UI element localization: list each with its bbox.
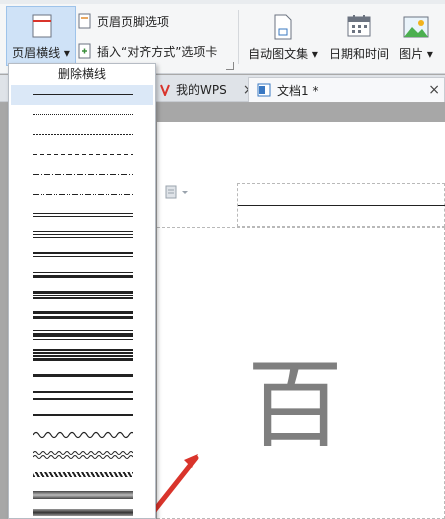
header-line-icon: [32, 14, 52, 38]
line-preview: [33, 154, 133, 155]
line-style-thick-thin-thick[interactable]: [11, 285, 153, 305]
tab-my-wps[interactable]: 我的WPS ×: [152, 77, 262, 102]
line-preview: [33, 291, 133, 299]
line-preview: [33, 451, 133, 459]
line-style-gradient-band[interactable]: [11, 485, 153, 505]
dialog-launcher-icon[interactable]: [226, 62, 234, 70]
line-style-wave[interactable]: [11, 425, 153, 445]
wps-logo-icon: [160, 84, 170, 96]
line-style-single-thick[interactable]: [11, 365, 153, 385]
line-style-multi-band[interactable]: [11, 345, 153, 365]
line-style-single-medium[interactable]: [11, 405, 153, 425]
line-preview: [33, 349, 133, 361]
word-document-icon: [257, 83, 271, 97]
line-preview: [33, 174, 133, 175]
auto-text-icon: [274, 14, 292, 40]
header-footer-options-label: 页眉页脚选项: [97, 14, 170, 29]
page-settings-icon: [78, 13, 91, 29]
ribbon-separator: [238, 10, 239, 64]
line-preview: [33, 252, 133, 258]
line-preview: [33, 472, 133, 477]
line-preview: [33, 272, 133, 278]
line-preview: [33, 374, 133, 377]
tab-label: 文档1 *: [277, 83, 319, 98]
calendar-icon: [347, 15, 371, 37]
picture-button[interactable]: 图片 ▾: [394, 6, 438, 66]
header-line-label: 页眉横线 ▾: [12, 46, 70, 60]
line-preview: [33, 414, 133, 416]
line-style-double-thick[interactable]: [11, 305, 153, 325]
line-preview: [33, 330, 133, 340]
line-preview: [33, 491, 133, 499]
header-line: [238, 205, 445, 206]
line-style-double-spaced[interactable]: [11, 385, 153, 405]
line-preview: [33, 509, 133, 516]
tab-label: 我的WPS: [176, 83, 227, 97]
line-preview: [33, 213, 133, 217]
line-style-thin-thick-thin[interactable]: [11, 325, 153, 345]
line-preview: [33, 311, 133, 319]
line-style-thin-thick[interactable]: [11, 265, 153, 285]
line-preview: [33, 114, 133, 115]
line-style-double-thin[interactable]: [11, 205, 153, 225]
line-preview: [33, 134, 133, 135]
date-time-button[interactable]: 日期和时间: [326, 6, 392, 66]
line-preview: [33, 231, 133, 238]
header-line-dropdown: 删除横线: [8, 63, 156, 519]
body-text: 百: [247, 349, 343, 461]
line-style-double-wave[interactable]: [11, 445, 153, 465]
line-preview: [33, 391, 133, 400]
auto-text-label: 自动图文集 ▾: [248, 47, 318, 61]
header-footer-options-button[interactable]: 页眉页脚选项: [77, 10, 169, 32]
picture-icon: [403, 16, 429, 38]
tab-document-1[interactable]: 文档1 * ×: [248, 77, 445, 102]
line-preview: [33, 431, 133, 439]
line-preview: [33, 94, 133, 95]
line-style-thick-thin[interactable]: [11, 245, 153, 265]
ribbon-top-strip: [0, 0, 445, 4]
auto-text-button[interactable]: 自动图文集 ▾: [246, 6, 320, 66]
line-style-triple-thin[interactable]: [11, 225, 153, 245]
line-style-dash-dot[interactable]: [11, 165, 153, 185]
insert-tab-icon: [78, 43, 91, 59]
line-style-hatched[interactable]: [11, 465, 153, 485]
line-preview: [33, 194, 133, 195]
line-style-dashed[interactable]: [11, 145, 153, 165]
date-time-label: 日期和时间: [328, 47, 389, 61]
insert-alignment-tab-button[interactable]: 插入“对齐方式”选项卡: [77, 40, 217, 62]
line-style-gradient-band-2[interactable]: [11, 505, 153, 519]
line-style-solid-thin[interactable]: [11, 85, 153, 105]
line-style-dotted[interactable]: [11, 105, 153, 125]
line-style-dotted-dense[interactable]: [11, 125, 153, 145]
header-line-button[interactable]: 页眉横线 ▾: [6, 6, 76, 66]
delete-line-item[interactable]: 删除横线: [9, 64, 155, 84]
line-style-dash-dot-dot[interactable]: [11, 185, 153, 205]
insert-alignment-tab-label: 插入“对齐方式”选项卡: [97, 44, 218, 59]
paste-options-icon[interactable]: [164, 184, 190, 200]
tab-close-icon[interactable]: ×: [428, 82, 440, 98]
picture-label: 图片 ▾: [399, 47, 433, 61]
